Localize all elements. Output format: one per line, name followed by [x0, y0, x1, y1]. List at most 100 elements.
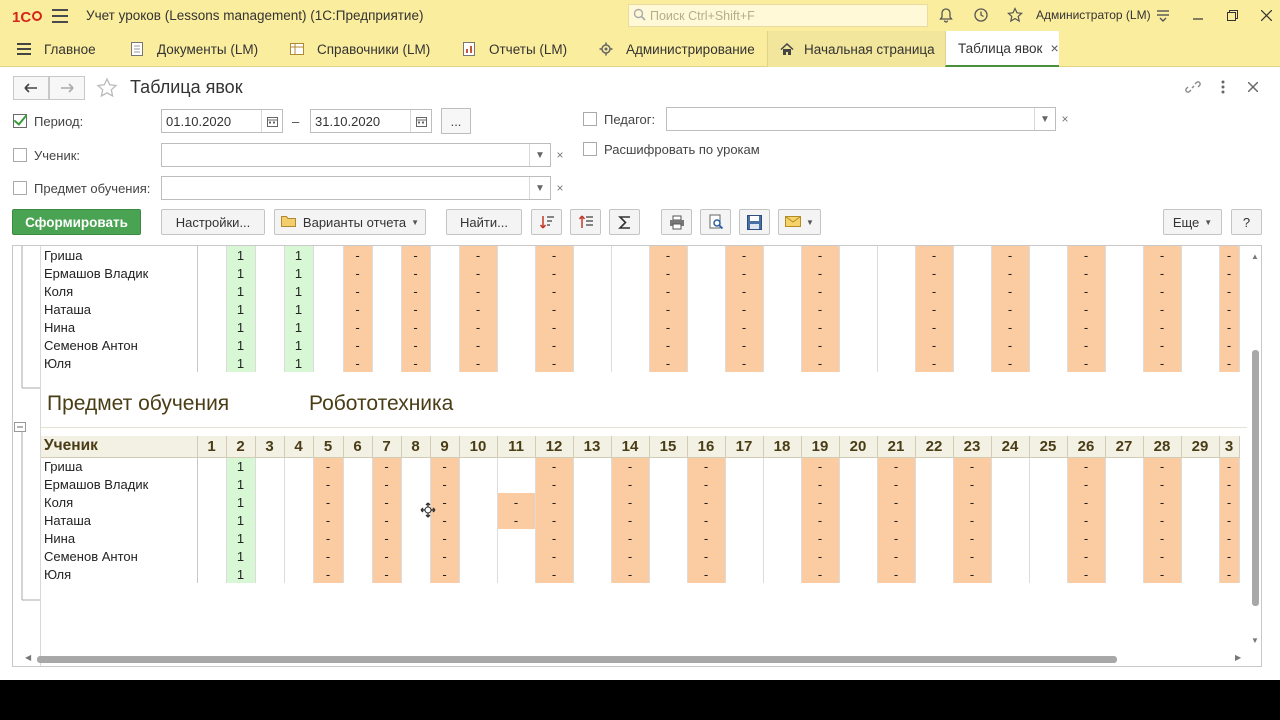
table-row[interactable]: Юля 1 1 - - - - - - - - - - - -: [41, 354, 1240, 372]
scroll-up-icon[interactable]: ▲: [1251, 252, 1259, 261]
attendance-cell: [839, 511, 878, 529]
close-window-icon[interactable]: [1256, 6, 1276, 24]
attendance-cell: [313, 264, 344, 282]
attendance-cell: [915, 511, 954, 529]
period-checkbox[interactable]: [13, 114, 27, 128]
close-tab-icon[interactable]: ×: [1050, 40, 1058, 56]
section-administration[interactable]: Администрирование: [598, 31, 755, 67]
attendance-cell: -: [1143, 547, 1182, 565]
find-button[interactable]: Найти...: [446, 209, 522, 235]
vertical-scrollbar[interactable]: ▲ ▼: [1249, 246, 1261, 666]
horizontal-scroll-thumb[interactable]: [37, 656, 1117, 663]
chevron-down-icon[interactable]: ▼: [529, 144, 550, 166]
bell-icon[interactable]: [937, 6, 955, 24]
group-icon[interactable]: [570, 209, 601, 235]
section-main[interactable]: Главное: [16, 31, 96, 67]
global-search-input[interactable]: Поиск Ctrl+Shift+F: [628, 4, 928, 27]
attendance-cell: [573, 457, 612, 475]
generate-button[interactable]: Сформировать: [12, 209, 141, 235]
sort-icon[interactable]: [531, 209, 562, 235]
calendar-icon[interactable]: [410, 110, 431, 132]
attendance-cell: -: [1067, 511, 1106, 529]
teacher-checkbox[interactable]: [583, 112, 597, 126]
attendance-cell: -: [313, 529, 344, 547]
attendance-cell: [372, 264, 402, 282]
search-icon: [633, 8, 646, 24]
chevron-down-icon[interactable]: ▼: [1034, 108, 1055, 130]
subject-checkbox[interactable]: [13, 181, 27, 195]
date-from-input[interactable]: 01.10.2020: [161, 109, 283, 133]
search-placeholder: Поиск Ctrl+Shift+F: [650, 8, 755, 23]
table-row[interactable]: Юля 1 - - - - - - - - - - - -: [41, 565, 1240, 583]
calendar-icon[interactable]: [261, 110, 282, 132]
vertical-scroll-thumb[interactable]: [1252, 350, 1259, 606]
attendance-cell: [877, 336, 916, 354]
student-checkbox[interactable]: [13, 148, 27, 162]
favorite-star-icon[interactable]: [96, 77, 118, 103]
tab-home[interactable]: Начальная страница: [767, 31, 945, 67]
table-row[interactable]: Наташа 1- - - - - - - - - - - - -: [41, 511, 1240, 529]
attendance-cell: [343, 529, 373, 547]
table-row[interactable]: Гриша 1 1 - - - - - - - - - - - -: [41, 246, 1240, 264]
save-icon[interactable]: [739, 209, 770, 235]
subject-input[interactable]: ▼: [161, 176, 551, 200]
attendance-cell: [401, 475, 431, 493]
table-row[interactable]: Семенов Антон 1 1 - - - - - - - - - - - -: [41, 336, 1240, 354]
chevron-down-icon[interactable]: ▼: [529, 177, 550, 199]
teacher-input[interactable]: ▼: [666, 107, 1056, 131]
restore-window-icon[interactable]: [1222, 6, 1242, 24]
close-form-icon[interactable]: [1245, 79, 1261, 95]
help-button[interactable]: ?: [1231, 209, 1262, 235]
attendance-cell: -: [953, 547, 992, 565]
table-row[interactable]: Нина 1 1 - - - - - - - - - - - -: [41, 318, 1240, 336]
period-choose-button[interactable]: ...: [441, 108, 471, 134]
table-row[interactable]: Наташа 1 1 - - - - - - - - - - - -: [41, 300, 1240, 318]
favorites-star-icon[interactable]: [1006, 6, 1024, 24]
table-row[interactable]: Нина 1 - - - - - - - - - - - -: [41, 529, 1240, 547]
section-catalogs[interactable]: Справочники (LM): [289, 31, 430, 67]
attendance-cell: [401, 547, 431, 565]
decode-checkbox[interactable]: [583, 142, 597, 156]
send-email-button[interactable]: ▼: [778, 209, 821, 235]
attendance-cell: 1: [284, 282, 314, 300]
current-user[interactable]: Администратор (LM): [1036, 8, 1151, 22]
back-button[interactable]: [13, 76, 49, 100]
scroll-left-icon[interactable]: ◀: [25, 653, 31, 662]
column-header-day: 2: [226, 436, 256, 458]
app-title: Учет уроков (Lessons management) (1С:Пре…: [86, 8, 424, 23]
report-spreadsheet[interactable]: Гриша 1 1- - - - - - - - - - - - Ермашов Владик 1 1- - - - -…: [12, 245, 1262, 667]
section-documents[interactable]: Документы (LM): [129, 31, 258, 67]
student-clear-icon[interactable]: ×: [550, 143, 570, 167]
more-vertical-icon[interactable]: [1215, 79, 1231, 95]
print-icon[interactable]: [661, 209, 692, 235]
main-menu-icon[interactable]: [52, 8, 68, 23]
settings-button[interactable]: Настройки...: [161, 209, 265, 235]
tab-attendance[interactable]: Таблица явок ×: [945, 31, 1059, 67]
more-button[interactable]: Еще ▼: [1163, 209, 1222, 235]
forward-button[interactable]: [49, 76, 85, 100]
attendance-cell: [1181, 246, 1220, 264]
student-input[interactable]: ▼: [161, 143, 551, 167]
history-icon[interactable]: [972, 6, 990, 24]
section-reports[interactable]: Отчеты (LM): [461, 31, 567, 67]
scroll-right-icon[interactable]: ▶: [1235, 653, 1241, 662]
teacher-clear-icon[interactable]: ×: [1055, 107, 1075, 131]
preview-icon[interactable]: [700, 209, 731, 235]
attendance-cell: -: [1219, 354, 1240, 372]
table-row[interactable]: Гриша 1 - - - - - - - - - - - -: [41, 457, 1240, 475]
report-variants-button[interactable]: Варианты отчета ▼: [274, 209, 426, 235]
horizontal-scrollbar[interactable]: ◀ ▶: [25, 653, 1245, 664]
table-row[interactable]: Семенов Антон 1 - - - - - - - - - - - -: [41, 547, 1240, 565]
link-icon[interactable]: [1185, 79, 1201, 95]
date-from-value: 01.10.2020: [166, 113, 232, 129]
settings-lines-icon[interactable]: [1154, 6, 1172, 24]
table-row[interactable]: Коля 1- - - - - - - - - - - - -: [41, 493, 1240, 511]
subject-clear-icon[interactable]: ×: [550, 176, 570, 200]
sum-icon[interactable]: [609, 209, 640, 235]
table-row[interactable]: Ермашов Владик 1 1 - - - - - - - - - - - -: [41, 264, 1240, 282]
minimize-window-icon[interactable]: [1188, 6, 1208, 24]
scroll-down-icon[interactable]: ▼: [1251, 636, 1259, 645]
table-row[interactable]: Коля 1 1 - - - - - - - - - - - -: [41, 282, 1240, 300]
date-to-input[interactable]: 31.10.2020: [310, 109, 432, 133]
table-row[interactable]: Ермашов Владик 1 - - - - - - - - - - - -: [41, 475, 1240, 493]
